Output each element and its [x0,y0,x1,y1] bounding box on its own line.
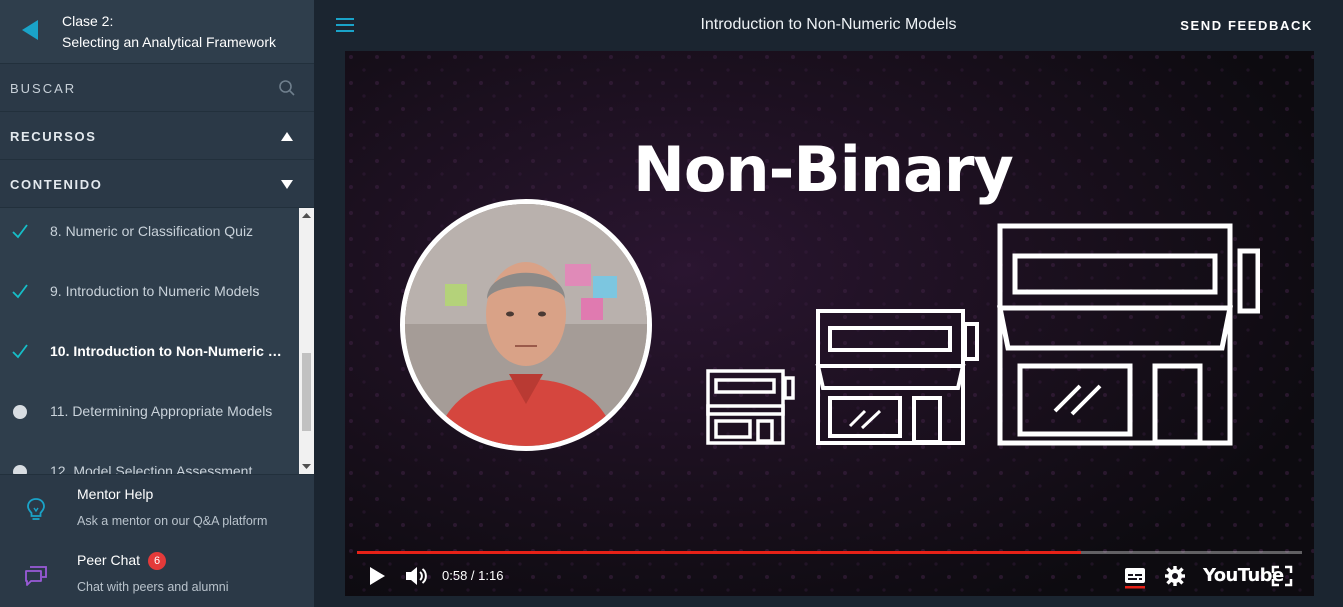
sidebar-scrollbar[interactable] [299,208,314,474]
resources-label: RECURSOS [10,129,97,144]
video-player[interactable]: Non-Binary 0:58 / 1:16 YouTube [345,51,1314,596]
back-triangle-icon[interactable] [18,16,42,44]
peer-chat-title: Peer Chat 6 [77,552,167,570]
mentor-help-subtitle: Ask a mentor on our Q&A platform [77,514,268,528]
peer-chat-subtitle: Chat with peers and alumni [77,580,229,594]
chat-bubbles-icon [25,566,47,586]
slide-title: Non-Binary [633,133,1014,206]
content-list: 8. Numeric or Classification Quiz 9. Int… [0,208,314,474]
play-icon[interactable] [365,563,389,589]
lesson-header: Clase 2: Selecting an Analytical Framewo… [0,0,314,64]
lesson-name: Selecting an Analytical Framework [62,34,276,50]
content-item-11[interactable]: 11. Determining Appropriate Models [0,394,298,454]
store-icons-illustration [706,223,1260,446]
search-icon[interactable] [278,79,296,97]
app-root: Clase 2: Selecting an Analytical Framewo… [0,0,1343,607]
checkmark-icon [12,224,28,239]
small-store-icon [706,369,795,445]
sidebar: Clase 2: Selecting an Analytical Framewo… [0,0,314,607]
content-item-label: 8. Numeric or Classification Quiz [50,223,254,239]
video-time-display: 0:58 / 1:16 [442,568,504,583]
content-item-label: 10. Introduction to Non-Numeric Models [50,343,286,359]
content-item-label: 9. Introduction to Numeric Models [50,283,260,299]
search-row[interactable]: BUSCAR [0,64,314,112]
help-panel: Mentor Help Ask a mentor on our Q&A plat… [0,474,314,607]
large-store-icon [996,223,1260,446]
content-row[interactable]: CONTENIDO [0,160,314,208]
volume-icon[interactable] [403,563,429,589]
content-item-12[interactable]: 12. Model Selection Assessment [0,454,298,474]
scroll-thumb[interactable] [302,353,311,431]
content-label: CONTENIDO [10,177,103,192]
scroll-up-arrow-icon[interactable] [299,210,314,220]
peer-chat-link[interactable]: Peer Chat 6 Chat with peers and alumni [0,541,314,607]
presenter-portrait [400,199,652,451]
chevron-down-icon[interactable] [278,175,296,193]
lesson-title: Clase 2: Selecting an Analytical Framewo… [62,11,276,53]
mentor-help-title: Mentor Help [77,486,154,502]
video-progress-fill [357,551,1081,554]
content-item-10-current[interactable]: 10. Introduction to Non-Numeric Models [0,334,298,394]
top-bar: Introduction to Non-Numeric Models SEND … [314,0,1343,51]
subtitles-icon[interactable] [1123,563,1147,589]
pending-dot-icon [13,405,27,419]
content-item-label: 12. Model Selection Assessment [50,463,253,474]
lesson-number: Clase 2: [62,13,114,29]
mentor-help-link[interactable]: Mentor Help Ask a mentor on our Q&A plat… [0,475,314,541]
scroll-down-arrow-icon[interactable] [299,462,314,472]
content-item-8[interactable]: 8. Numeric or Classification Quiz [0,214,298,274]
medium-store-icon [815,309,979,445]
settings-gear-icon[interactable] [1163,563,1187,589]
pending-dot-icon [13,465,27,474]
content-item-label: 11. Determining Appropriate Models [50,403,273,419]
chevron-up-icon[interactable] [278,127,296,145]
checkmark-icon [12,344,28,359]
content-item-9[interactable]: 9. Introduction to Numeric Models [0,274,298,334]
fullscreen-icon[interactable] [1270,563,1294,589]
peer-chat-label: Peer Chat [77,552,141,568]
unread-count-badge: 6 [148,552,167,570]
lightbulb-icon [27,498,45,520]
checkmark-icon [12,284,28,299]
search-label: BUSCAR [10,81,77,96]
presenter-image [405,204,647,446]
video-progress-bar[interactable] [357,551,1302,554]
send-feedback-button[interactable]: SEND FEEDBACK [1180,18,1313,33]
resources-row[interactable]: RECURSOS [0,112,314,160]
